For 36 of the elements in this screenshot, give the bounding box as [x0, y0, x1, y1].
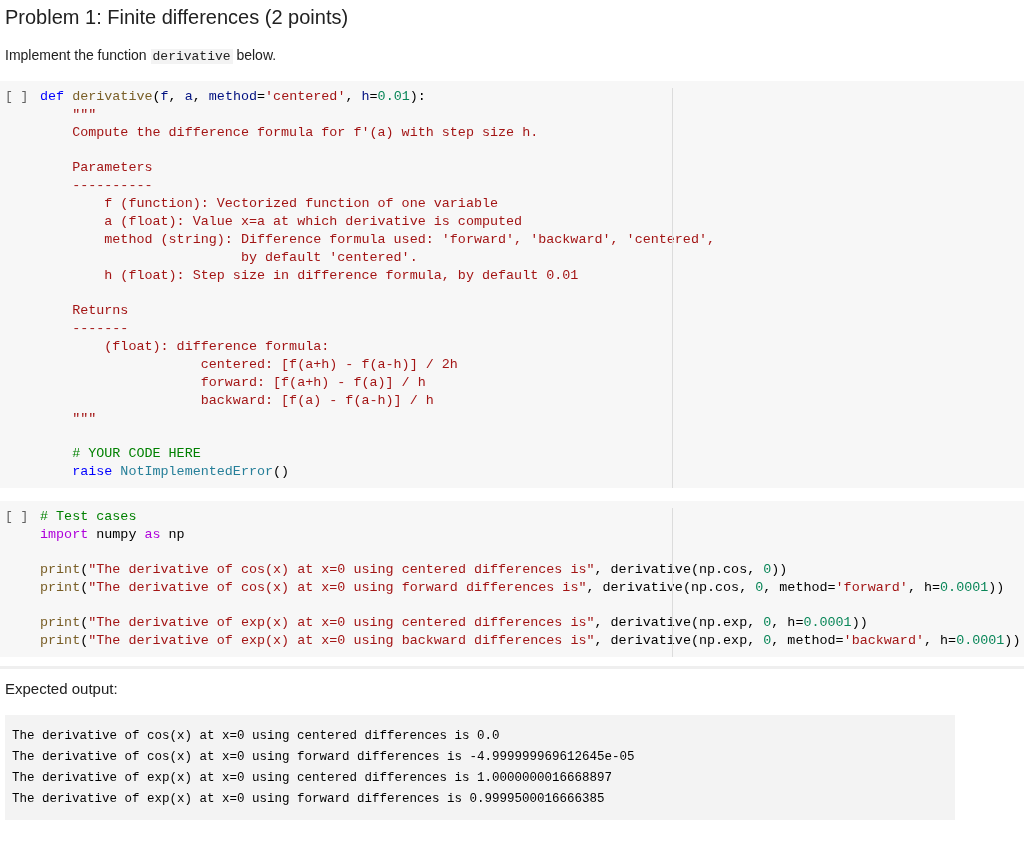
- code-line: # Test cases: [40, 508, 137, 526]
- code-line: """: [71, 410, 97, 428]
- code-line: method (string): Difference formula used: 'forward', 'backward', 'centered',: [103, 231, 715, 249]
- code-line: centered: [f(a+h) - f(a-h)] / 2h: [199, 356, 458, 374]
- cell-prompt[interactable]: [ ]: [0, 508, 40, 650]
- code-line: a (float): Value x=a at which derivative is computed: [103, 213, 523, 231]
- output-line: The derivative of cos(x) at x=0 using centered differences is 0.0: [12, 728, 501, 745]
- code-line: -------: [71, 320, 129, 338]
- code-cell[interactable]: [0, 81, 1024, 488]
- code-line: Parameters: [71, 159, 153, 177]
- code-line: print("The derivative of cos(x) at x=0 using centered differences is", derivative(np.cos, 0)): [40, 561, 788, 579]
- code-line: Returns: [71, 302, 129, 320]
- code-line: """: [71, 106, 97, 124]
- code-line: def derivative(f, a, method='centered', h=0.01):: [40, 88, 426, 106]
- problem-heading: Problem 1: Finite differences (2 points): [4, 5, 350, 30]
- output-line: The derivative of cos(x) at x=0 using forward differences is -4.999999969612645e-05: [12, 749, 636, 766]
- code-line: Compute the difference formula for f'(a) with step size h.: [71, 124, 539, 142]
- code-line: print("The derivative of exp(x) at x=0 using centered differences is", derivative(np.exp, 0, h=0.0001)): [40, 614, 868, 632]
- code-line: print("The derivative of exp(x) at x=0 using backward differences is", derivative(np.exp, 0, method='backward', h=0.0001)): [40, 632, 1021, 650]
- code-line: raise NotImplementedError(): [71, 463, 290, 481]
- output-line: The derivative of exp(x) at x=0 using forward differences is 0.9999500016666385: [12, 791, 606, 808]
- instruction-text: Implement the function derivative below.: [5, 46, 278, 66]
- code-line: ----------: [71, 177, 153, 195]
- cell-prompt[interactable]: [ ]: [0, 88, 40, 481]
- code-line: backward: [f(a) - f(a-h)] / h: [199, 392, 434, 410]
- expected-output-label: Expected output:: [4, 679, 119, 699]
- code-line: by default 'centered'.: [239, 249, 418, 267]
- code-line: print("The derivative of cos(x) at x=0 using forward differences is", derivative(np.cos, 0, method='forward', h=0.0001)): [40, 579, 1005, 597]
- code-line: f (function): Vectorized function of one variable: [103, 195, 499, 213]
- code-line: forward: [f(a+h) - f(a)] / h: [199, 374, 426, 392]
- code-cell[interactable]: [0, 501, 1024, 657]
- output-line: The derivative of exp(x) at x=0 using centered differences is 1.0000000016668897: [12, 770, 614, 787]
- code-line: # YOUR CODE HERE: [71, 445, 201, 463]
- code-line: import numpy as np: [40, 526, 185, 544]
- code-line: h (float): Step size in difference formula, by default 0.01: [103, 267, 579, 285]
- code-line: (float): difference formula:: [103, 338, 330, 356]
